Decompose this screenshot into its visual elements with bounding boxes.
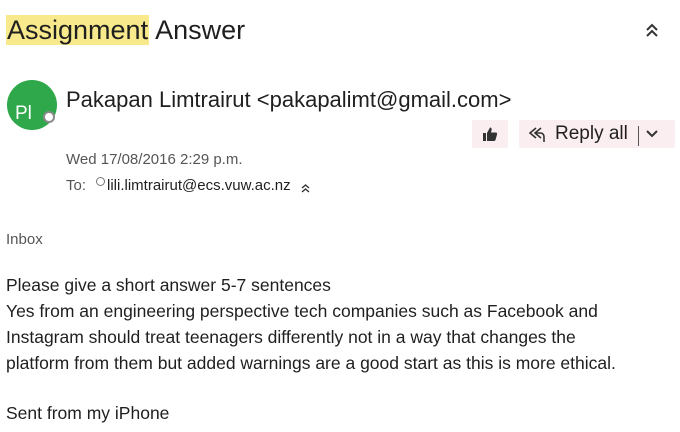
chevron-down-icon <box>646 130 658 138</box>
double-chevron-up-icon <box>301 184 310 193</box>
recipients-row: To: lili.limtrairut@ecs.vuw.ac.nz <box>66 174 310 196</box>
sender-avatar[interactable]: Pl <box>7 80 57 130</box>
subject-rest: Answer <box>149 15 246 45</box>
reply-all-button[interactable]: Reply all <box>519 120 628 148</box>
reply-options-dropdown[interactable] <box>639 120 665 148</box>
reply-all-icon <box>528 127 545 142</box>
body-line: Please give a short answer 5-7 sentences <box>6 275 331 295</box>
avatar-initials: Pl <box>15 103 32 124</box>
reply-all-label: Reply all <box>555 123 628 144</box>
body-line: Instagram should treat teenagers differe… <box>6 327 576 347</box>
sender-name-address[interactable]: Pakapan Limtrairut <pakapalimt@gmail.com… <box>66 86 511 114</box>
to-label: To: <box>66 176 87 194</box>
expand-recipients-button[interactable] <box>301 183 310 193</box>
body-line: Yes from an engineering perspective tech… <box>6 301 598 321</box>
sent-date: Wed 17/08/2016 2:29 p.m. <box>66 151 243 168</box>
email-signature: Sent from my iPhone <box>6 403 170 423</box>
recipient-presence-icon <box>96 176 106 186</box>
subject-highlighted-term: Assignment <box>6 15 150 45</box>
email-subject: Assignment Answer <box>6 10 674 50</box>
like-button[interactable] <box>472 120 508 148</box>
folder-label: Inbox <box>6 231 43 248</box>
double-chevron-up-icon <box>646 23 658 37</box>
presence-status-icon <box>43 111 55 123</box>
thumbs-up-icon <box>483 127 498 141</box>
body-line: platform from them but added warnings ar… <box>6 353 616 373</box>
subject-row: Assignment Answer <box>6 10 674 50</box>
reply-all-group: Reply all <box>519 120 675 148</box>
recipient-address[interactable]: lili.limtrairut@ecs.vuw.ac.nz <box>107 177 291 194</box>
email-body: Please give a short answer 5-7 sentences… <box>6 272 678 376</box>
collapse-button[interactable] <box>640 18 664 42</box>
